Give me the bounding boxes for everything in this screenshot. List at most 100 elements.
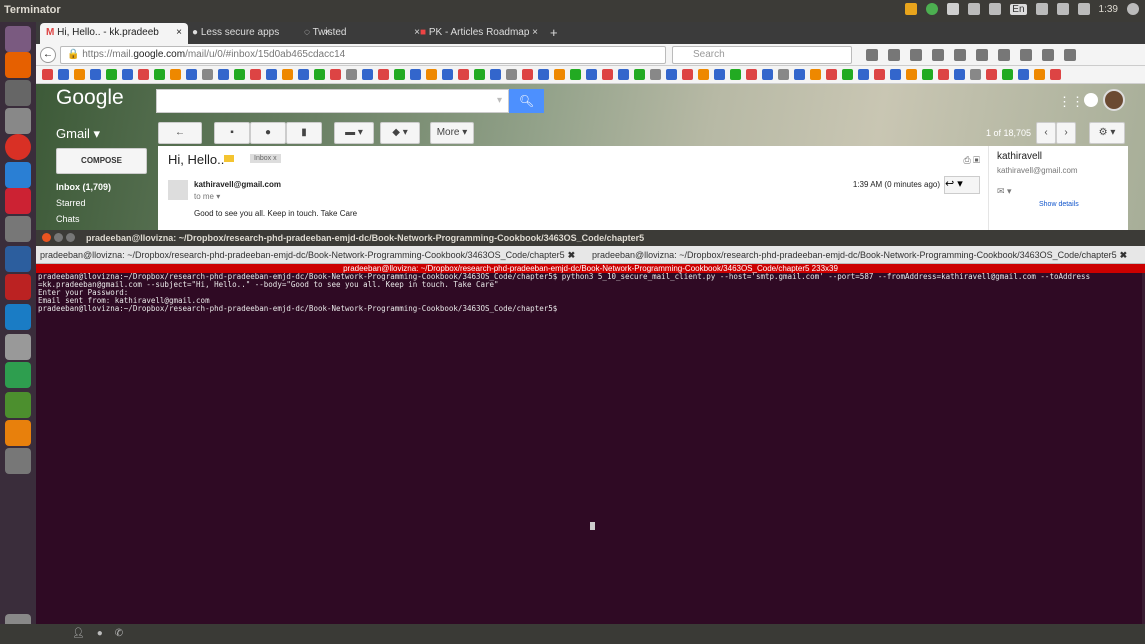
apps-grid-icon[interactable]: ⋮⋮: [1058, 94, 1084, 110]
tab-close-icon[interactable]: ×: [176, 27, 182, 38]
bookmark-icon[interactable]: [218, 69, 229, 80]
tab-close-icon[interactable]: ✖: [1120, 250, 1128, 260]
move-to-button[interactable]: ▬ ▾: [334, 122, 374, 144]
bookmark-icon[interactable]: [378, 69, 389, 80]
bookmark-icon[interactable]: [682, 69, 693, 80]
back-to-inbox-button[interactable]: ←: [158, 122, 202, 144]
firefox-icon[interactable]: [5, 52, 31, 78]
bookmark-icon[interactable]: [266, 69, 277, 80]
bookmark-icon[interactable]: [666, 69, 677, 80]
bookmark-icon[interactable]: [442, 69, 453, 80]
bookmark-icon[interactable]: [410, 69, 421, 80]
labels-button[interactable]: ◆ ▾: [380, 122, 420, 144]
bookmark-icon[interactable]: [842, 69, 853, 80]
bookmark-icon[interactable]: [650, 69, 661, 80]
bookmark-icon[interactable]: [1002, 69, 1013, 80]
calc-icon[interactable]: [5, 362, 31, 388]
notifications-icon[interactable]: [1084, 93, 1098, 107]
send-icon[interactable]: [932, 49, 944, 61]
bookmark-icon[interactable]: [394, 69, 405, 80]
bookmark-icon[interactable]: [1050, 69, 1061, 80]
tab-close-icon[interactable]: ✖: [568, 250, 576, 260]
url-bar[interactable]: 🔒 https://mail.google.com/mail/u/0/#inbo…: [60, 46, 666, 64]
newer-button[interactable]: ‹: [1036, 122, 1056, 144]
bookmark-icon[interactable]: [1034, 69, 1045, 80]
important-marker-icon[interactable]: [224, 155, 234, 162]
bookmark-icon[interactable]: [714, 69, 725, 80]
person-icon[interactable]: 👤︎: [72, 628, 85, 639]
bookmark-icon[interactable]: [234, 69, 245, 80]
bookmark-icon[interactable]: [170, 69, 181, 80]
bookmark-icon[interactable]: [426, 69, 437, 80]
home-icon[interactable]: [910, 49, 922, 61]
delete-button[interactable]: ▮: [286, 122, 322, 144]
bookmark-icon[interactable]: [106, 69, 117, 80]
sender-address[interactable]: kathiravell@gmail.com: [194, 180, 281, 189]
menu-icon[interactable]: [1064, 49, 1076, 61]
phone-icon[interactable]: ✆: [115, 628, 123, 639]
vlc-launcher-icon[interactable]: [5, 420, 31, 446]
bookmark-icon[interactable]: [154, 69, 165, 80]
bookmark-icon[interactable]: [330, 69, 341, 80]
download-icon[interactable]: [888, 49, 900, 61]
bookmark-icon[interactable]: [970, 69, 981, 80]
bookmark-icon[interactable]: [42, 69, 53, 80]
chrome-icon[interactable]: [5, 134, 31, 160]
hangouts-icon[interactable]: ●: [97, 628, 103, 639]
search-input[interactable]: Search: [672, 46, 852, 64]
camera-icon[interactable]: [5, 216, 31, 242]
email-contact-icon[interactable]: ✉ ▾: [997, 186, 1012, 197]
back-button[interactable]: ←: [40, 47, 56, 63]
ide-icon[interactable]: [5, 246, 31, 272]
maximize-icon[interactable]: [66, 233, 75, 242]
extension-icon[interactable]: [954, 49, 966, 61]
bookmark-icon[interactable]: [506, 69, 517, 80]
recipient-details[interactable]: to me ▾: [194, 192, 220, 201]
bookmark-icon[interactable]: [730, 69, 741, 80]
mail-tray-icon[interactable]: [1035, 3, 1048, 15]
bookmark-icon[interactable]: [186, 69, 197, 80]
gmail-search-input[interactable]: ▾: [156, 89, 509, 113]
wifi-icon[interactable]: [989, 3, 1002, 15]
tab-close-icon[interactable]: ×: [532, 27, 538, 38]
writer-icon[interactable]: [5, 162, 31, 188]
terminal-tab-1[interactable]: pradeeban@llovizna: ~/Dropbox/research-p…: [40, 248, 590, 262]
vlc-icon[interactable]: [905, 3, 918, 15]
dropbox-icon[interactable]: [947, 3, 960, 15]
files-icon[interactable]: [5, 80, 31, 106]
bookmark-icon[interactable]: [490, 69, 501, 80]
bookmark-icon[interactable]: [362, 69, 373, 80]
extension3-icon[interactable]: [1020, 49, 1032, 61]
bookmark-icon[interactable]: [74, 69, 85, 80]
bookmark-icon[interactable]: [890, 69, 901, 80]
settings-tray-icon[interactable]: [968, 3, 981, 15]
bookmark-icon[interactable]: [90, 69, 101, 80]
bookmark-icon[interactable]: [122, 69, 133, 80]
bookmark-icon[interactable]: [698, 69, 709, 80]
bookmark-icon[interactable]: [458, 69, 469, 80]
sheet-icon[interactable]: [5, 392, 31, 418]
nav-inbox[interactable]: Inbox (1,709): [56, 179, 111, 195]
library-icon[interactable]: [976, 49, 988, 61]
bookmark-icon[interactable]: [938, 69, 949, 80]
bookmark-icon[interactable]: [874, 69, 885, 80]
bookmark-icon[interactable]: [762, 69, 773, 80]
bookmark-icon[interactable]: [906, 69, 917, 80]
disk-icon[interactable]: [5, 334, 31, 360]
extension2-icon[interactable]: [998, 49, 1010, 61]
bookmark-icon[interactable]: [202, 69, 213, 80]
skype-icon[interactable]: [5, 304, 31, 330]
tab-articles-roadmap[interactable]: ■ PK - Articles Roadmap ×: [414, 23, 544, 44]
bookmark-icon[interactable]: [986, 69, 997, 80]
bookmark-icon[interactable]: [346, 69, 357, 80]
power-icon[interactable]: [1127, 3, 1139, 15]
bookmark-icon[interactable]: [1018, 69, 1029, 80]
bookmark-icon[interactable]: [522, 69, 533, 80]
bookmark-icon[interactable]: [858, 69, 869, 80]
pocket-icon[interactable]: [866, 49, 878, 61]
close-icon[interactable]: [42, 233, 51, 242]
new-tab-button[interactable]: +: [550, 25, 558, 40]
bookmark-icon[interactable]: [538, 69, 549, 80]
nav-chats[interactable]: Chats: [56, 211, 111, 227]
more-button[interactable]: More ▾: [430, 122, 474, 144]
